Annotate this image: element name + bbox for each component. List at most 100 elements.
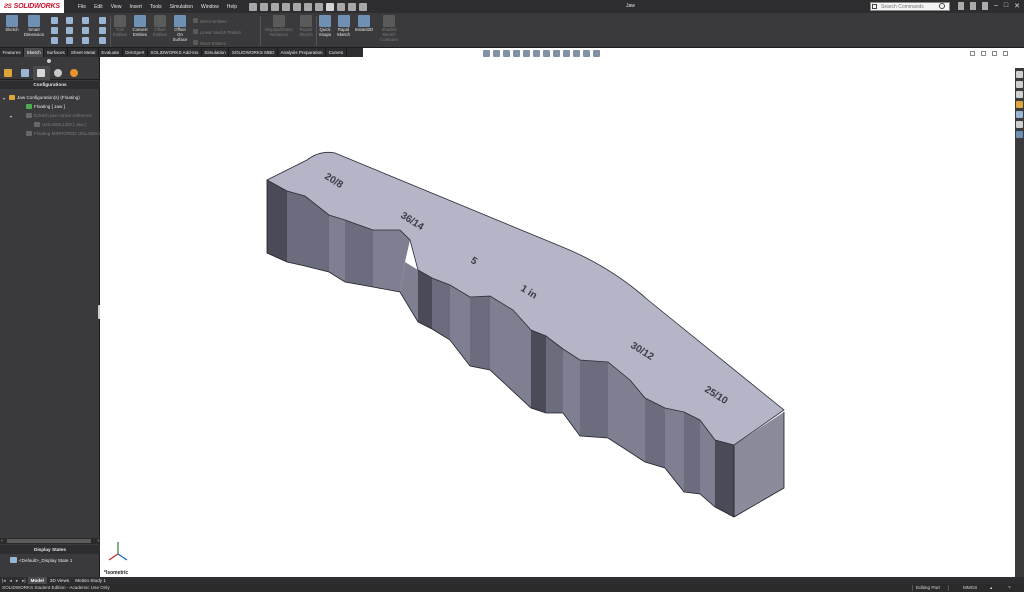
- expand-toggle[interactable]: ▾: [3, 96, 5, 101]
- point-tool-icon[interactable]: [66, 37, 73, 44]
- display-manager-tab[interactable]: [66, 66, 83, 80]
- file-explorer-icon[interactable]: [1016, 91, 1023, 98]
- viewport-close-icon[interactable]: [1003, 51, 1008, 56]
- panel-horizontal-scrollbar[interactable]: ‹ ›: [0, 538, 100, 544]
- offset-on-surface-button[interactable]: Offset On Surface: [170, 15, 190, 42]
- menu-insert[interactable]: Insert: [125, 4, 146, 10]
- pin-icon[interactable]: [249, 2, 258, 11]
- notifications-icon[interactable]: [982, 2, 988, 10]
- menu-simulation[interactable]: Simulation: [166, 4, 197, 10]
- tab-analysis-preparation[interactable]: Analysis Preparation: [278, 48, 327, 57]
- menu-edit[interactable]: Edit: [90, 4, 107, 10]
- menu-tools[interactable]: Tools: [146, 4, 166, 10]
- search-commands-input[interactable]: [870, 2, 950, 11]
- instant2d-button[interactable]: Instant2D: [353, 15, 375, 33]
- expand-toggle[interactable]: ▾: [10, 114, 12, 119]
- viewport-minimize-icon[interactable]: [981, 51, 986, 56]
- shaded-sketch-contours-button[interactable]: Shaded Sketch Contours: [377, 15, 401, 42]
- view-orientation-icon[interactable]: [533, 50, 540, 57]
- appearances-scenes-icon[interactable]: [1016, 111, 1023, 118]
- zoom-to-area-icon[interactable]: [493, 50, 500, 57]
- chamfer-tool-icon[interactable]: [99, 37, 106, 44]
- slot-tool-icon[interactable]: [51, 37, 58, 44]
- scrollbar-thumb[interactable]: [7, 539, 91, 543]
- tab-model[interactable]: Model: [27, 577, 47, 584]
- circle-tool-icon[interactable]: [66, 17, 73, 24]
- home-icon[interactable]: [260, 2, 269, 11]
- search-icon[interactable]: [939, 3, 945, 9]
- convert-entities-button[interactable]: Convert Entities: [130, 15, 150, 38]
- dynamic-annotation-icon[interactable]: [523, 50, 530, 57]
- menu-file[interactable]: File: [74, 4, 90, 10]
- hide-show-items-icon[interactable]: [553, 50, 560, 57]
- save-icon[interactable]: [293, 2, 302, 11]
- custom-properties-icon[interactable]: [1016, 121, 1023, 128]
- panel-pin-icon[interactable]: [47, 59, 51, 63]
- solidworks-logo[interactable]: ƧS SOLIDWORKS: [0, 0, 64, 13]
- polygon-tool-icon[interactable]: [66, 27, 73, 34]
- linear-pattern-button[interactable]: Linear Sketch Pattern: [193, 29, 241, 35]
- fillet-tool-icon[interactable]: [82, 27, 89, 34]
- edit-appearance-icon[interactable]: [563, 50, 570, 57]
- design-library-icon[interactable]: [1016, 81, 1023, 88]
- display-delete-relations-button[interactable]: Display/Delete Relations: [263, 15, 295, 38]
- tab-dimxpert[interactable]: DimXpert: [123, 48, 148, 57]
- scroll-left-icon[interactable]: ‹: [1, 538, 3, 544]
- move-entities-button[interactable]: Move Entities: [193, 40, 226, 46]
- close-icon[interactable]: ✕: [1014, 2, 1020, 10]
- first-tab-icon[interactable]: |◂: [0, 577, 8, 584]
- section-view-icon[interactable]: [513, 50, 520, 57]
- tab-solidworks-add-ins[interactable]: SOLIDWORKS Add-Ins: [148, 48, 202, 57]
- tab-sheet-metal[interactable]: Sheet Metal: [68, 48, 99, 57]
- display-pane-icon[interactable]: [593, 50, 600, 57]
- status-units[interactable]: MMGS: [963, 585, 977, 590]
- rectangle-tool-icon[interactable]: [51, 27, 58, 34]
- plane-tool-icon[interactable]: [99, 17, 106, 24]
- user-account-icon[interactable]: [958, 2, 964, 10]
- tree-item-config-mirrored[interactable]: Floating MIRRORED UNLABELLED: [26, 131, 108, 136]
- rapid-sketch-button[interactable]: Rapid Sketch: [335, 15, 352, 38]
- tab-simulation[interactable]: Simulation: [202, 48, 230, 57]
- spline-tool-icon[interactable]: [82, 17, 89, 24]
- file-properties-icon[interactable]: [348, 2, 357, 11]
- quick-snaps-button[interactable]: Quick Snaps: [317, 15, 333, 38]
- tab-motion-study[interactable]: Motion Study 1: [72, 577, 109, 584]
- tab-solidworks-mbd[interactable]: SOLIDWORKS MBD: [229, 48, 278, 57]
- tab-sketch[interactable]: Sketch: [24, 48, 45, 57]
- select-cursor-icon[interactable]: [326, 2, 335, 11]
- tree-item-config-unlabelled[interactable]: UNLABELLED [ Jaw ]: [34, 122, 86, 127]
- sketch-button[interactable]: Sketch: [3, 15, 21, 33]
- tab-evaluate[interactable]: Evaluate: [99, 48, 123, 57]
- feature-manager-tab[interactable]: [0, 66, 17, 80]
- status-units-dropdown-icon[interactable]: ▴: [990, 585, 992, 591]
- display-state-item[interactable]: <Default>_Display State 1: [10, 557, 72, 563]
- solidworks-resources-icon[interactable]: [1016, 71, 1023, 78]
- graphics-area[interactable]: 20/8 36/14 5 1 in 30/12 25/10: [100, 57, 1015, 577]
- text-tool-icon[interactable]: [99, 27, 106, 34]
- tree-item-config-floating[interactable]: Floating [ Jaw ]: [26, 104, 65, 109]
- property-manager-tab[interactable]: [17, 66, 34, 80]
- new-document-icon[interactable]: [271, 2, 280, 11]
- rebuild-icon[interactable]: [337, 2, 346, 11]
- minimize-icon[interactable]: –: [994, 2, 998, 10]
- tab-features[interactable]: Features: [0, 48, 25, 57]
- menu-view[interactable]: View: [107, 4, 126, 10]
- scroll-right-icon[interactable]: ›: [97, 538, 99, 544]
- tab-3d-views[interactable]: 3D Views: [47, 577, 72, 584]
- offset-entities-button[interactable]: Offset Entities: [151, 15, 169, 38]
- menu-help[interactable]: Help: [223, 4, 241, 10]
- options-gear-icon[interactable]: [359, 2, 368, 11]
- status-help-icon[interactable]: ?: [1008, 585, 1011, 590]
- tab-surfaces[interactable]: Surfaces: [44, 48, 69, 57]
- tree-item-root-config[interactable]: Jaw Configuration(s) (Floating): [9, 95, 80, 100]
- viewport-tile-icon[interactable]: [970, 51, 975, 56]
- view-palette-icon[interactable]: [1016, 101, 1023, 108]
- configuration-manager-tab[interactable]: [33, 66, 50, 80]
- trim-entities-button[interactable]: Trim Entities: [112, 15, 128, 38]
- undo-icon[interactable]: [315, 2, 324, 11]
- help-question-icon[interactable]: [970, 2, 976, 10]
- display-style-icon[interactable]: [543, 50, 550, 57]
- part-model-svg[interactable]: 20/8 36/14 5 1 in 30/12 25/10: [100, 57, 1015, 577]
- tree-item-config-corner[interactable]: Ecksch jaw corner reference: [26, 113, 92, 118]
- open-folder-icon[interactable]: [282, 2, 291, 11]
